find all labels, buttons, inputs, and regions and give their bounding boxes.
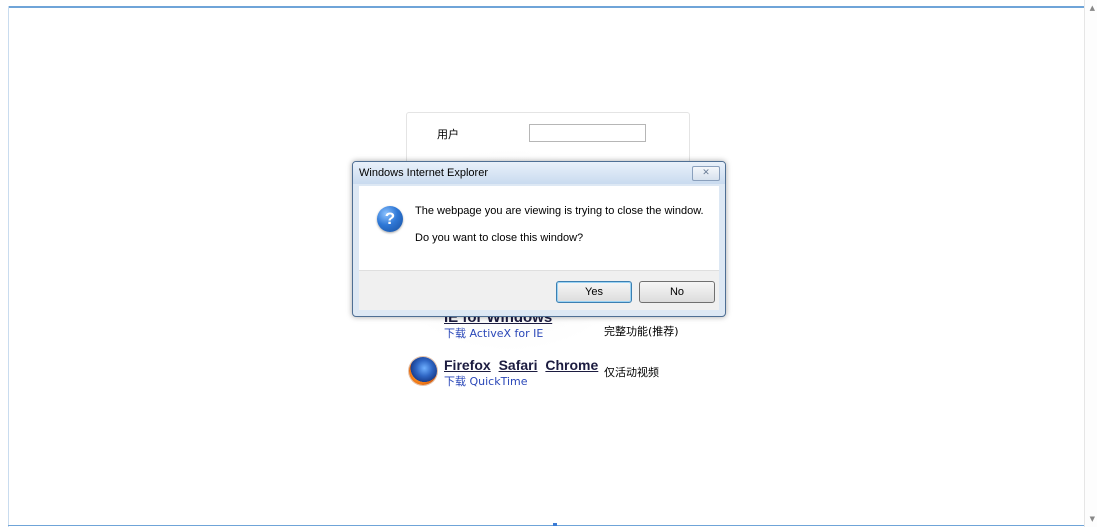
- dialog-titlebar[interactable]: Windows Internet Explorer ✕: [353, 162, 725, 184]
- ie-download-prefix: 下载: [444, 327, 466, 340]
- no-button[interactable]: No: [639, 281, 715, 303]
- dialog-title: Windows Internet Explorer: [359, 167, 488, 179]
- firefox-link[interactable]: Firefox: [444, 357, 491, 373]
- activex-download-link[interactable]: ActiveX for IE: [470, 327, 544, 340]
- ie-note: 完整功能(推荐): [604, 325, 679, 338]
- dialog-footer: Yes No: [359, 270, 719, 310]
- vertical-scrollbar[interactable]: ▲ ▼: [1084, 0, 1097, 527]
- close-icon[interactable]: ✕: [692, 166, 720, 181]
- user-label: 用户: [437, 128, 459, 141]
- browser-frame-bottom: [8, 525, 1085, 526]
- yes-button[interactable]: Yes: [556, 281, 632, 303]
- safari-link[interactable]: Safari: [499, 357, 538, 373]
- dialog-body: ? The webpage you are viewing is trying …: [359, 186, 719, 270]
- chrome-link[interactable]: Chrome: [545, 357, 598, 373]
- browser-frame-top: [8, 6, 1085, 8]
- other-browsers-note: 仅活动视频: [604, 366, 659, 379]
- quicktime-download-prefix: 下载: [444, 375, 466, 388]
- browser-links: Firefox Safari Chrome: [444, 357, 602, 373]
- close-window-dialog: Windows Internet Explorer ✕ ? The webpag…: [352, 161, 726, 317]
- user-input[interactable]: [529, 124, 646, 142]
- dialog-message-2: Do you want to close this window?: [415, 232, 584, 244]
- ie-download-line: 下载 ActiveX for IE: [444, 325, 543, 341]
- browser-frame-left: [8, 6, 9, 527]
- question-icon: ?: [377, 206, 403, 232]
- scroll-down-icon[interactable]: ▼: [1090, 515, 1095, 523]
- quicktime-download-line: 下载 QuickTime: [444, 373, 528, 389]
- status-indicator: [553, 523, 557, 526]
- scroll-up-icon[interactable]: ▲: [1090, 4, 1095, 12]
- dialog-message-1: The webpage you are viewing is trying to…: [415, 205, 704, 217]
- quicktime-download-link[interactable]: QuickTime: [470, 375, 528, 388]
- firefox-icon: [409, 357, 437, 385]
